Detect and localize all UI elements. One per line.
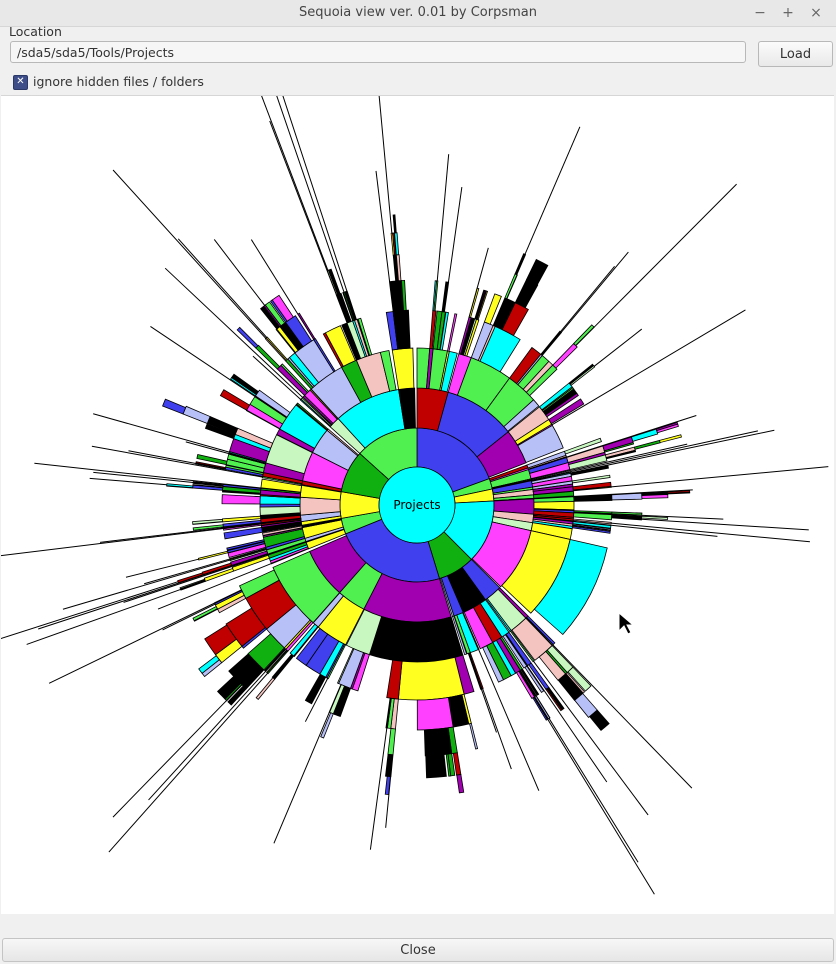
- sunburst-file-line: [150, 325, 256, 397]
- sunburst-file-line: [551, 309, 746, 426]
- sunburst-segment[interactable]: [197, 550, 229, 561]
- sunburst-file-line: [447, 186, 463, 283]
- sunburst-segment[interactable]: [230, 377, 257, 397]
- sunburst-segment[interactable]: [299, 496, 341, 516]
- sunburst-segment[interactable]: [552, 342, 578, 369]
- close-button[interactable]: Close: [2, 938, 834, 962]
- sunburst-file-line: [282, 95, 348, 292]
- sunburst-segment[interactable]: [573, 324, 595, 347]
- sunburst-chart[interactable]: Projects: [0, 0, 834, 914]
- sunburst-segment[interactable]: [368, 615, 464, 663]
- sunburst-file-line: [593, 328, 643, 367]
- location-input[interactable]: [10, 41, 746, 63]
- sunburst-segment[interactable]: [423, 728, 445, 757]
- sunburst-file-line: [244, 53, 329, 271]
- sunburst-segment[interactable]: [534, 695, 551, 720]
- sunburst-segment[interactable]: [526, 258, 549, 286]
- sunburst-segment[interactable]: [416, 697, 454, 731]
- sunburst-file-line: [476, 247, 489, 289]
- sunburst-file-line: [185, 441, 230, 455]
- sunburst-file-line: [0, 528, 224, 557]
- close-window-icon[interactable]: ×: [807, 4, 825, 22]
- ignore-hidden-checkbox[interactable]: ✕: [13, 75, 28, 90]
- load-button[interactable]: Load: [758, 41, 833, 67]
- sunburst-segment[interactable]: [641, 494, 669, 499]
- sunburst-file-line: [547, 719, 655, 895]
- sunburst-segment[interactable]: [540, 330, 562, 356]
- sunburst-file-line: [112, 169, 267, 339]
- sunburst-file-line: [611, 522, 810, 543]
- sunburst-segment[interactable]: [469, 722, 479, 750]
- sunburst-segment[interactable]: [633, 439, 661, 450]
- sunburst-segment[interactable]: [506, 274, 518, 300]
- sunburst-segment[interactable]: [504, 273, 518, 300]
- sunburst-segment[interactable]: [221, 494, 261, 505]
- location-label: Location: [9, 24, 62, 39]
- sunburst-file-line: [548, 718, 639, 863]
- sunburst-segment[interactable]: [456, 773, 465, 794]
- sunburst-segment[interactable]: [575, 326, 595, 347]
- sunburst-segment[interactable]: [447, 313, 458, 352]
- sunburst-segment[interactable]: [231, 373, 259, 396]
- sunburst-file-line: [125, 558, 199, 578]
- sunburst-segment[interactable]: [425, 754, 447, 779]
- sunburst-file-line: [611, 466, 829, 488]
- sunburst-segment[interactable]: [236, 326, 259, 349]
- sunburst-segment[interactable]: [541, 331, 563, 357]
- sunburst-file-line: [271, 82, 345, 293]
- sunburst-canvas[interactable]: Projects: [0, 0, 834, 914]
- sunburst-file-line: [112, 700, 227, 818]
- sunburst-segment[interactable]: [659, 434, 682, 444]
- sunburst-file-line: [269, 120, 337, 296]
- sunburst-segment[interactable]: [515, 253, 527, 276]
- sunburst-segment[interactable]: [611, 492, 643, 501]
- sunburst-file-line: [89, 477, 167, 486]
- sunburst-segment[interactable]: [182, 405, 211, 424]
- sunburst-file-line: [524, 126, 581, 255]
- sunburst-segment[interactable]: [397, 656, 465, 701]
- sunburst-segment[interactable]: [162, 398, 187, 415]
- maximize-icon[interactable]: +: [779, 4, 797, 22]
- mouse-cursor-icon: [618, 612, 634, 635]
- minimize-icon[interactable]: −: [751, 4, 769, 22]
- sunburst-segment[interactable]: [320, 712, 334, 739]
- sunburst-segment[interactable]: [387, 728, 396, 756]
- sunburst-segment[interactable]: [571, 474, 611, 484]
- sunburst-file-line: [560, 251, 629, 333]
- sunburst-segment[interactable]: [569, 365, 596, 386]
- sunburst-file-line: [482, 688, 512, 770]
- sunburst-file-line: [93, 471, 194, 483]
- sunburst-segment[interactable]: [568, 363, 595, 385]
- sunburst-segment[interactable]: [255, 677, 276, 700]
- sunburst-file-line: [593, 183, 737, 328]
- sunburst-center-label: Projects: [393, 498, 440, 512]
- sunburst-file-line: [480, 688, 497, 733]
- sunburst-segment[interactable]: [392, 214, 397, 234]
- sunburst-file-line: [369, 727, 388, 850]
- window-title: Sequoia view ver. 0.01 by Corpsman: [298, 5, 537, 20]
- sunburst-segment[interactable]: [532, 696, 548, 721]
- ignore-hidden-label[interactable]: ignore hidden files / folders: [33, 74, 204, 89]
- sunburst-segment[interactable]: [391, 347, 415, 390]
- sunburst-segment[interactable]: [327, 268, 341, 295]
- sunburst-file-line: [552, 644, 693, 789]
- sunburst-file-line: [162, 603, 216, 631]
- sunburst-file-line: [560, 265, 615, 332]
- sunburst-file-line: [128, 450, 196, 464]
- sunburst-file-line: [436, 154, 450, 281]
- sunburst-segment[interactable]: [545, 688, 563, 712]
- sunburst-file-line: [148, 671, 266, 801]
- sunburst-file-line: [108, 672, 268, 853]
- title-bar: Sequoia view ver. 0.01 by Corpsman − + ×: [0, 0, 836, 27]
- sunburst-file-line: [273, 712, 330, 844]
- sunburst-segment[interactable]: [219, 389, 251, 411]
